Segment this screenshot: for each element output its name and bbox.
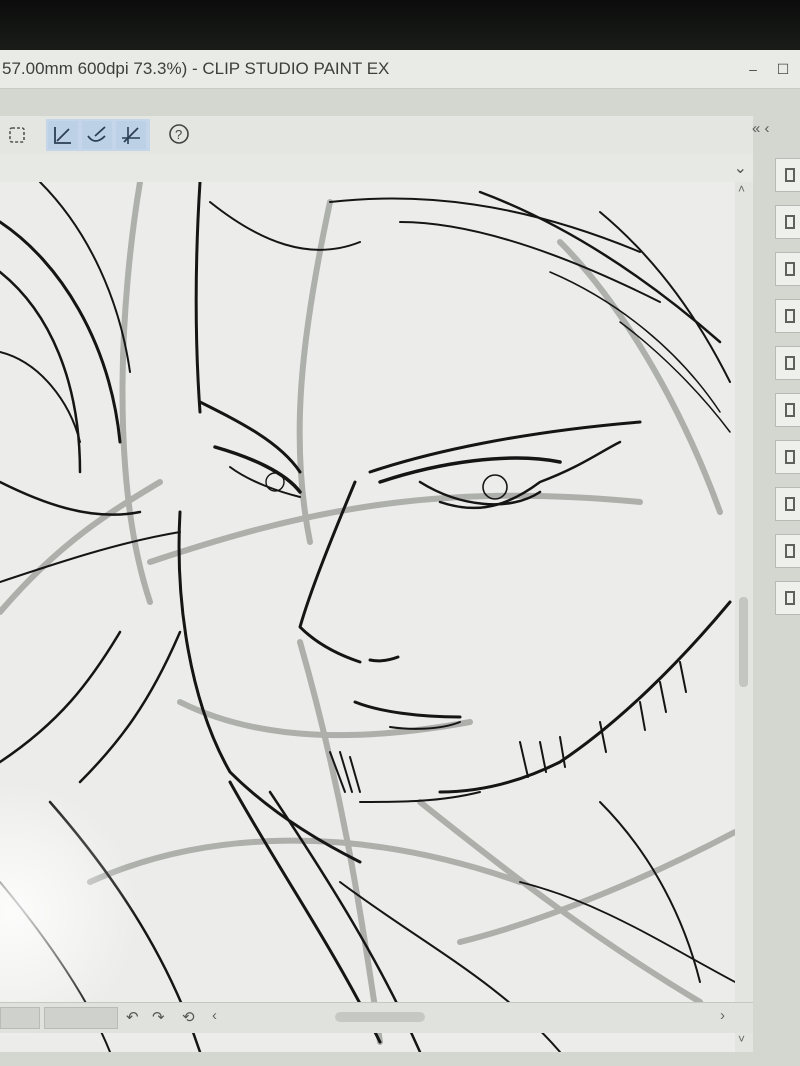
palette-button-3[interactable]: [775, 252, 800, 286]
help-icon: ?: [169, 124, 189, 144]
palette-dock: [775, 148, 800, 628]
scroll-left-button[interactable]: ‹: [212, 1007, 217, 1024]
line-art-drawing: [0, 182, 735, 1052]
window-title: 57.00mm 600dpi 73.3%) - CLIP STUDIO PAIN…: [2, 59, 390, 78]
palette-icon: [785, 544, 795, 558]
angle-field[interactable]: [44, 1007, 118, 1029]
panel-collapse-controls[interactable]: « ‹: [752, 120, 800, 144]
help-button[interactable]: ?: [164, 121, 194, 149]
rotate-left-button[interactable]: ↶: [126, 1008, 139, 1026]
palette-icon: [785, 215, 795, 229]
palette-icon: [785, 591, 795, 605]
vertical-scroll-thumb[interactable]: [739, 597, 748, 687]
selection-area-button[interactable]: [2, 121, 32, 149]
palette-button-4[interactable]: [775, 299, 800, 333]
palette-button-7[interactable]: [775, 440, 800, 474]
ruler-snap-icon: [54, 127, 71, 144]
rotate-right-button[interactable]: ↷: [152, 1008, 165, 1026]
palette-button-9[interactable]: [775, 534, 800, 568]
selection-area-icon: [9, 127, 25, 143]
tab-dropdown-button[interactable]: ⌄: [734, 158, 747, 178]
vertical-scrollbar[interactable]: ˄ ˅: [735, 182, 753, 1052]
canvas-navigation-bar: ↶ ↷ ⟲ ‹ ›: [0, 1002, 753, 1033]
palette-button-1[interactable]: [775, 158, 800, 192]
palette-button-2[interactable]: [775, 205, 800, 239]
grid-snap-icon: [122, 127, 140, 144]
palette-icon: [785, 497, 795, 511]
snap-to-grid-button[interactable]: [116, 121, 146, 149]
snap-to-ruler-button[interactable]: [48, 121, 78, 149]
palette-icon: [785, 262, 795, 276]
monitor-bezel: [0, 0, 800, 50]
palette-icon: [785, 450, 795, 464]
minimize-button[interactable]: –: [746, 62, 760, 76]
app-window: 57.00mm 600dpi 73.3%) - CLIP STUDIO PAIN…: [0, 50, 800, 1066]
command-bar: ?: [0, 116, 753, 155]
scroll-down-button[interactable]: ˅: [738, 1032, 745, 1046]
palette-icon: [785, 168, 795, 182]
maximize-button[interactable]: ☐: [776, 62, 790, 76]
horizontal-scroll-thumb[interactable]: [335, 1012, 425, 1022]
zoom-field[interactable]: [0, 1007, 40, 1029]
drawing-canvas[interactable]: [0, 182, 735, 1052]
palette-icon: [785, 309, 795, 323]
snap-to-special-ruler-button[interactable]: [82, 121, 112, 149]
palette-icon: [785, 356, 795, 370]
scroll-right-button[interactable]: ›: [720, 1007, 725, 1024]
palette-button-5[interactable]: [775, 346, 800, 380]
canvas-tab-strip: ⌄: [0, 154, 753, 182]
reset-rotation-button[interactable]: ⟲: [182, 1008, 195, 1026]
special-ruler-snap-icon: [87, 126, 106, 142]
palette-icon: [785, 403, 795, 417]
title-bar: 57.00mm 600dpi 73.3%) - CLIP STUDIO PAIN…: [0, 50, 800, 89]
palette-button-6[interactable]: [775, 393, 800, 427]
palette-button-8[interactable]: [775, 487, 800, 521]
svg-text:?: ?: [175, 127, 182, 142]
palette-button-10[interactable]: [775, 581, 800, 615]
scroll-up-button[interactable]: ˄: [738, 182, 745, 196]
